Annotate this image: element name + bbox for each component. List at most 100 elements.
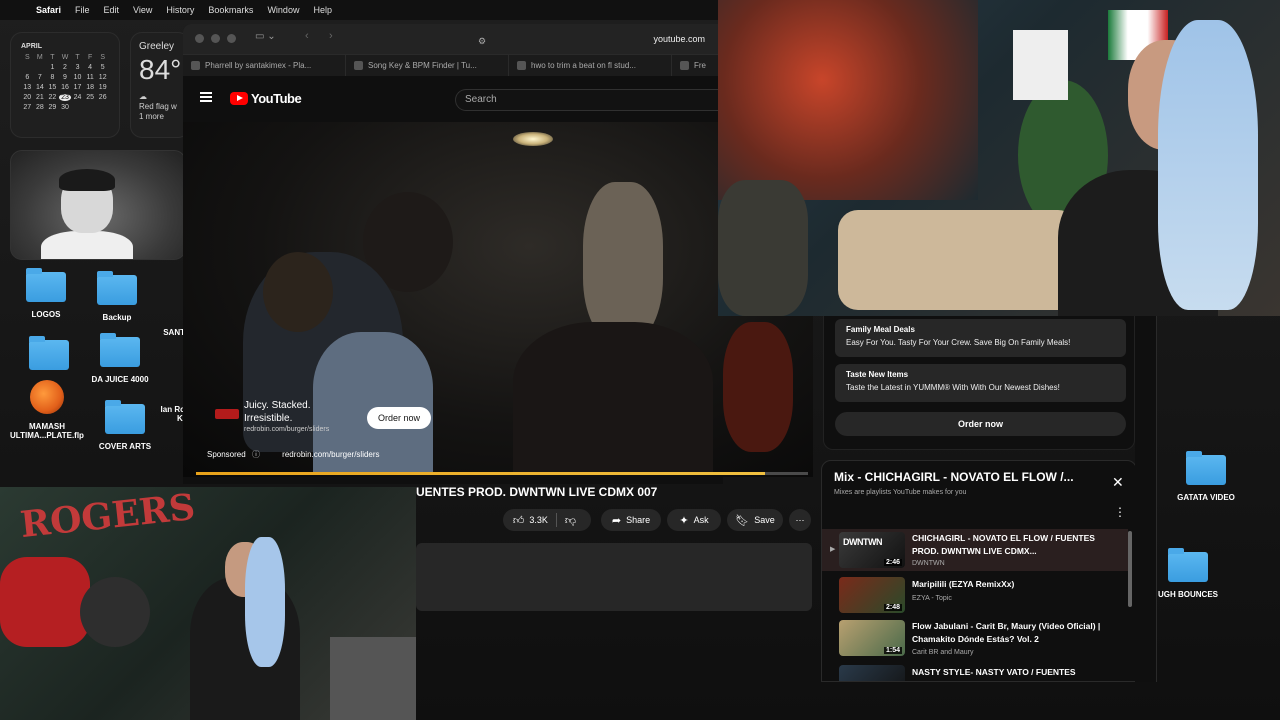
webcam2-desk: [330, 637, 416, 720]
sidebar-order-now-button[interactable]: Order now: [835, 412, 1126, 436]
calendar-day: 1: [50, 64, 55, 71]
menu-history[interactable]: History: [166, 5, 194, 15]
playlist-item-title: Flow Jabulani - Carit Br, Maury (Video O…: [912, 621, 1101, 644]
desktop-folder-ughbounces[interactable]: UGH BOUNCES: [1148, 548, 1228, 599]
webcam-couch: [838, 210, 1078, 310]
address-bar[interactable]: ⚙ youtube.com: [473, 31, 723, 48]
forward-icon[interactable]: ›: [329, 30, 333, 42]
tab-song-key[interactable]: Song Key & BPM Finder | Tu...: [346, 55, 509, 76]
sparkle-icon: ✦: [679, 514, 689, 527]
menu-file[interactable]: File: [75, 5, 90, 15]
apple-icon[interactable]: [12, 3, 26, 17]
desktop-folder-gatata[interactable]: GATATA VIDEO: [1166, 451, 1246, 502]
desktop-file-mamash[interactable]: MAMASH ULTIMA...PLATE.flp: [7, 380, 87, 440]
ask-label: Ask: [693, 515, 709, 525]
ask-button[interactable]: ✦ Ask: [667, 509, 721, 531]
playlist-duration: 2:46: [883, 559, 902, 566]
calendar-weekday: T: [50, 54, 55, 61]
ad-domain[interactable]: redrobin.com/burger/sliders: [244, 426, 329, 433]
playlist-item[interactable]: ▶ DWNTWN 2:46 CHICHAGIRL - NOVATO EL FLO…: [822, 529, 1128, 571]
ad-order-now-button[interactable]: Order now: [367, 407, 431, 429]
webcam-overlay-main: [718, 0, 1280, 316]
mix-title[interactable]: Mix - CHICHAGIRL - NOVATO EL FLOW /...: [834, 470, 1094, 484]
webcam-overlay-secondary: ROGERS: [0, 487, 416, 720]
calendar-day: [34, 64, 47, 71]
playlist-item[interactable]: NASTY STYLE- NASTY VATO / FUENTES: [822, 663, 1128, 681]
calendar-day: 18: [86, 84, 95, 91]
ad-line-2: Irresistible.: [244, 413, 293, 424]
hamburger-menu-icon[interactable]: [200, 92, 212, 102]
site-settings-icon[interactable]: ⚙: [478, 33, 486, 50]
calendar-day: 28: [35, 104, 44, 111]
playlist-item-title: Maripilili (EZYA RemixXx): [912, 579, 1015, 589]
share-button[interactable]: ➦ Share: [601, 509, 661, 531]
menu-app-safari[interactable]: Safari: [36, 5, 61, 15]
video-progress-bar[interactable]: [196, 472, 808, 475]
video-progress-fill: [196, 472, 766, 475]
description-box[interactable]: [416, 543, 812, 611]
like-count[interactable]: 3.3K: [529, 515, 548, 525]
video-figure: [263, 252, 333, 332]
close-icon[interactable]: ✕: [1112, 474, 1124, 491]
search-input[interactable]: Search: [455, 89, 723, 111]
video-figure: [513, 322, 713, 472]
desktop-folder-dajuice[interactable]: DA JUICE 4000: [80, 333, 160, 384]
calendar-day: 26: [98, 94, 107, 101]
more-actions-button[interactable]: ⋯: [789, 509, 811, 531]
video-figure: [583, 182, 663, 342]
playlist-scrollbar[interactable]: [1128, 531, 1132, 607]
playlist-item[interactable]: 2:48 Maripilili (EZYA RemixXx) EZYA - To…: [822, 575, 1128, 617]
youtube-logo[interactable]: YouTube: [230, 91, 302, 106]
desktop-folder-ianro[interactable]: Ian Ro Ki: [140, 405, 185, 423]
calendar-day: 30: [61, 104, 69, 111]
tab-pharrell[interactable]: Pharrell by santakimex - Pla...: [183, 55, 346, 76]
calendar-day: 25: [86, 94, 95, 101]
menu-window[interactable]: Window: [267, 5, 299, 15]
playlist-thumbnail: [839, 665, 905, 681]
thumbs-down-icon[interactable]: 👎︎: [565, 514, 576, 527]
zoom-window-button[interactable]: [227, 34, 236, 43]
weather-widget[interactable]: Greeley 84° ☁ Red flag w 1 more: [130, 32, 190, 138]
menu-edit[interactable]: Edit: [104, 5, 120, 15]
desktop-folder-sant[interactable]: SANT: [135, 292, 185, 337]
sidebar-toggle-icon[interactable]: ▭ ⌄: [255, 31, 276, 42]
like-divider: [555, 513, 557, 527]
calendar-day: 21: [35, 94, 44, 101]
minimize-window-button[interactable]: [211, 34, 220, 43]
sponsored-label: Sponsored: [207, 450, 246, 459]
ad-card-new-items[interactable]: Taste New Items Taste the Latest in YUMM…: [835, 364, 1126, 402]
calendar-widget[interactable]: APRIL S M T W T F S 1 2 3 4 5 6 7 8 9 10 11 12 13 14 15 16 17 18…: [10, 32, 120, 138]
calendar-day: 22: [48, 94, 57, 101]
menu-bookmarks[interactable]: Bookmarks: [208, 5, 253, 15]
calendar-day: 19: [98, 84, 107, 91]
mix-playlist-panel: Mix - CHICHAGIRL - NOVATO EL FLOW /... M…: [821, 460, 1137, 682]
folder-icon: [97, 271, 137, 305]
close-window-button[interactable]: [195, 34, 204, 43]
playlist-duration: 1:54: [883, 647, 902, 654]
desktop-folder-unnamed[interactable]: [9, 336, 89, 378]
mix-panel-edge: [1135, 316, 1157, 682]
thumbs-up-icon[interactable]: 👍︎: [513, 514, 525, 527]
playlist-item[interactable]: 1:54 Flow Jabulani - Carit Br, Maury (Vi…: [822, 618, 1128, 660]
menu-help[interactable]: Help: [313, 5, 332, 15]
calendar-day: 24: [73, 94, 82, 101]
sponsored-domain[interactable]: redrobin.com/burger/sliders: [282, 450, 379, 459]
desktop-icon-label: Ian Ro: [160, 405, 185, 414]
more-vertical-icon[interactable]: ⋮: [1114, 505, 1126, 519]
menu-bar: Safari File Edit View History Bookmarks …: [0, 0, 720, 20]
calendar-weekday: W: [61, 54, 69, 61]
save-button[interactable]: 🔖︎ Save: [727, 509, 783, 531]
ad-card-family-meals[interactable]: Family Meal Deals Easy For You. Tasty Fo…: [835, 319, 1126, 357]
info-icon[interactable]: ⓘ: [252, 450, 260, 459]
menu-view[interactable]: View: [133, 5, 152, 15]
desktop-folder-logos[interactable]: LOGOS: [6, 268, 86, 319]
weather-city: Greeley: [139, 41, 175, 52]
tab-fre[interactable]: Fre: [672, 55, 723, 76]
calendar-day: 29: [48, 104, 57, 111]
back-icon[interactable]: ‹: [305, 30, 309, 42]
playlist-thumbnail: 1:54: [839, 620, 905, 656]
ad-card-title: Taste New Items: [846, 370, 909, 379]
tab-trim-beat[interactable]: hwo to trim a beat on fl stud...: [509, 55, 672, 76]
photo-widget[interactable]: [10, 150, 186, 260]
sponsored-bar: Sponsored ⓘ redrobin.com/burger/sliders: [207, 449, 380, 460]
